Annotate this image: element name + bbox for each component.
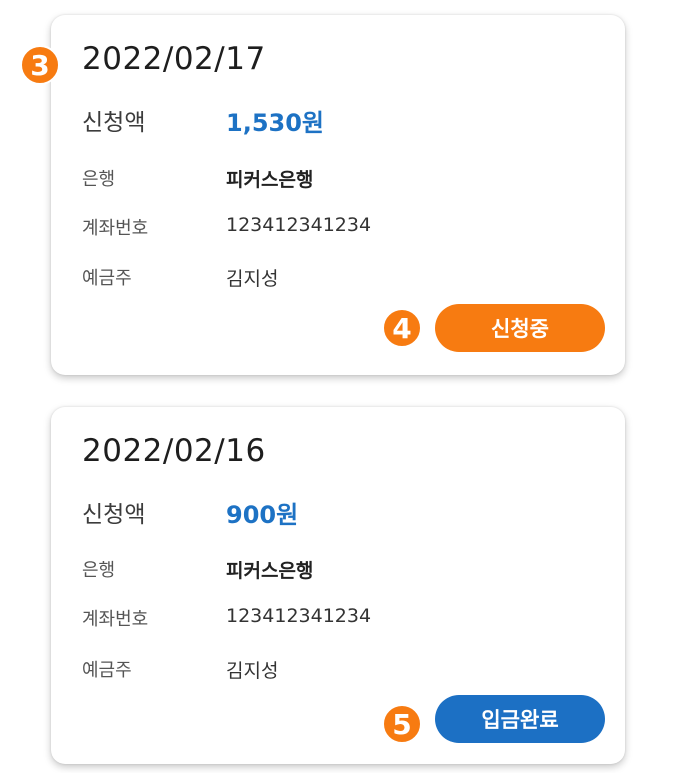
bank-label: 은행 bbox=[82, 560, 116, 581]
amount-value: 900원 bbox=[226, 501, 299, 529]
account-value: 123412341234 bbox=[226, 214, 372, 236]
amount-value: 1,530원 bbox=[226, 109, 324, 137]
status-button-pending[interactable]: 신청중 bbox=[435, 304, 605, 352]
withdrawal-card: 2022/02/17 신청액 1,530원 은행 피커스은행 계좌번호 1234… bbox=[51, 15, 625, 375]
account-label: 계좌번호 bbox=[82, 218, 149, 239]
annotation-marker-4: 4 bbox=[382, 308, 422, 348]
holder-label: 예금주 bbox=[82, 660, 132, 681]
amount-label: 신청액 bbox=[82, 110, 146, 136]
status-button-completed[interactable]: 입금완료 bbox=[435, 695, 605, 743]
account-label: 계좌번호 bbox=[82, 609, 149, 630]
annotation-marker-5: 5 bbox=[382, 704, 422, 744]
holder-label: 예금주 bbox=[82, 268, 132, 289]
amount-label: 신청액 bbox=[82, 502, 146, 528]
card-date: 2022/02/17 bbox=[82, 41, 266, 77]
account-value: 123412341234 bbox=[226, 605, 372, 627]
withdrawal-card: 2022/02/16 신청액 900원 은행 피커스은행 계좌번호 123412… bbox=[51, 407, 625, 764]
card-date: 2022/02/16 bbox=[82, 433, 266, 469]
bank-label: 은행 bbox=[82, 169, 116, 190]
annotation-marker-3: 3 bbox=[20, 45, 60, 85]
holder-value: 김지성 bbox=[226, 660, 279, 682]
holder-value: 김지성 bbox=[226, 268, 279, 290]
bank-value: 피커스은행 bbox=[226, 560, 314, 582]
bank-value: 피커스은행 bbox=[226, 169, 314, 191]
